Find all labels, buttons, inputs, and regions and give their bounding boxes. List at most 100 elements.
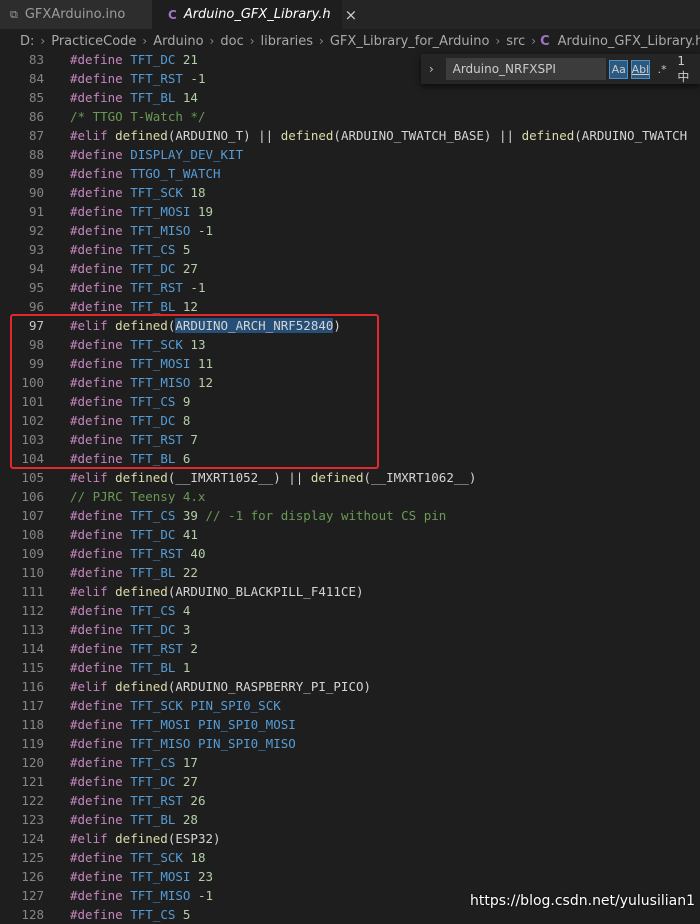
line-number: 109 bbox=[21, 546, 44, 561]
breadcrumb-item[interactable]: PracticeCode bbox=[51, 34, 136, 49]
line-number: 119 bbox=[21, 736, 44, 751]
code-token: 23 bbox=[190, 869, 214, 884]
code-text: #define TFT_DC 27 bbox=[70, 259, 198, 278]
line-number: 112 bbox=[21, 603, 44, 618]
breadcrumb-item[interactable]: GFX_Library_for_Arduino bbox=[330, 34, 490, 49]
code-line[interactable]: 119 #define TFT_MISO PIN_SPI0_MISO bbox=[0, 734, 700, 753]
code-token: (ARDUINO_RASPBERRY_PI_PICO) bbox=[167, 679, 372, 694]
code-line[interactable]: 95 #define TFT_RST -1 bbox=[0, 278, 700, 297]
code-token: TFT_SCK bbox=[130, 185, 183, 200]
code-token: TFT_CS bbox=[130, 755, 176, 770]
code-text: #elif defined(__IMXRT1052__) || defined(… bbox=[70, 468, 476, 487]
breadcrumb-item[interactable]: Arduino_GFX_Library.h bbox=[558, 34, 700, 49]
breadcrumb-item[interactable]: doc bbox=[220, 34, 243, 49]
match-case-icon[interactable]: Aa bbox=[609, 59, 628, 79]
code-line[interactable]: 116 #elif defined(ARDUINO_RASPBERRY_PI_PI… bbox=[0, 677, 700, 696]
chevron-right-icon: › bbox=[142, 34, 148, 48]
code-line[interactable]: 126 #define TFT_MOSI 23 bbox=[0, 867, 700, 886]
whole-word-icon[interactable]: Abl bbox=[630, 59, 650, 79]
code-text: #define TFT_MISO -1 bbox=[70, 221, 213, 240]
code-line[interactable]: 115 #define TFT_BL 1 bbox=[0, 658, 700, 677]
code-token: #elif bbox=[70, 470, 116, 485]
code-token: #define bbox=[70, 185, 131, 200]
code-line[interactable]: 90 #define TFT_SCK 18 bbox=[0, 183, 700, 202]
line-number: 125 bbox=[21, 850, 44, 865]
code-token: #define bbox=[70, 850, 131, 865]
breadcrumb-item[interactable]: D: bbox=[20, 34, 34, 49]
code-editor[interactable]: 83 #define TFT_DC 21 84 #define TFT_RST -1 8… bbox=[0, 52, 700, 922]
code-line[interactable]: 109 #define TFT_RST 40 bbox=[0, 544, 700, 563]
code-line[interactable]: 94 #define TFT_DC 27 bbox=[0, 259, 700, 278]
code-token: TFT_CS bbox=[130, 242, 176, 257]
line-number: 106 bbox=[21, 489, 44, 504]
close-icon[interactable]: × bbox=[345, 6, 358, 24]
code-line[interactable]: 107 #define TFT_CS 39 // -1 for display w… bbox=[0, 506, 700, 525]
code-token: -1 bbox=[182, 280, 206, 295]
code-text: #define TFT_BL 1 bbox=[70, 658, 190, 677]
code-token: -1 bbox=[190, 223, 214, 238]
code-line[interactable]: 105 #elif defined(__IMXRT1052__) || defin… bbox=[0, 468, 700, 487]
code-line[interactable]: 88 #define DISPLAY_DEV_KIT bbox=[0, 145, 700, 164]
code-text: #define TFT_CS 5 bbox=[70, 240, 190, 259]
code-token: TFT_MISO bbox=[130, 223, 191, 238]
code-token: (__IMXRT1052__) || bbox=[167, 470, 311, 485]
code-line[interactable]: 125 #define TFT_SCK 18 bbox=[0, 848, 700, 867]
code-line[interactable]: 111 #elif defined(ARDUINO_BLACKPILL_F411C… bbox=[0, 582, 700, 601]
code-line[interactable]: 110 #define TFT_BL 22 bbox=[0, 563, 700, 582]
regex-icon[interactable]: .* bbox=[653, 60, 671, 79]
breadcrumb-item[interactable]: Arduino bbox=[153, 34, 203, 49]
code-text: #define TFT_MISO PIN_SPI0_MISO bbox=[70, 734, 296, 753]
code-token: 14 bbox=[175, 90, 198, 105]
tab-gfxarduino-ino[interactable]: ⧉ GFXArduino.ino bbox=[0, 0, 152, 29]
code-text: #define TFT_SCK 18 bbox=[70, 848, 205, 867]
code-token: defined bbox=[115, 679, 168, 694]
code-line[interactable]: 120 #define TFT_CS 17 bbox=[0, 753, 700, 772]
code-text: #elif defined(ARDUINO_BLACKPILL_F411CE) bbox=[70, 582, 364, 601]
code-line[interactable]: 91 #define TFT_MOSI 19 bbox=[0, 202, 700, 221]
code-text: #define TFT_BL 28 bbox=[70, 810, 198, 829]
code-line[interactable]: 118 #define TFT_MOSI PIN_SPI0_MOSI bbox=[0, 715, 700, 734]
code-token: TFT_DC bbox=[130, 527, 176, 542]
code-line[interactable]: 114 #define TFT_RST 2 bbox=[0, 639, 700, 658]
code-token: defined bbox=[280, 128, 334, 143]
code-token: #define bbox=[70, 603, 131, 618]
code-line[interactable]: 87 #elif defined(ARDUINO_T) || defined(AR… bbox=[0, 126, 700, 145]
code-text: #define TFT_DC 3 bbox=[70, 620, 190, 639]
code-line[interactable]: 123 #define TFT_BL 28 bbox=[0, 810, 700, 829]
line-number: 126 bbox=[21, 869, 44, 884]
code-token: 27 bbox=[175, 774, 198, 789]
code-token: 1 bbox=[175, 660, 191, 675]
find-input[interactable]: Arduino_NRFXSPI bbox=[445, 58, 607, 80]
line-number: 94 bbox=[28, 261, 44, 276]
code-token: 40 bbox=[182, 546, 206, 561]
code-line[interactable]: 86 /* TTGO T-Watch */ bbox=[0, 107, 700, 126]
code-token: // PJRC Teensy 4.x bbox=[70, 489, 206, 504]
tab-label: Arduino_GFX_Library.h bbox=[183, 7, 331, 22]
code-token: TFT_RST bbox=[130, 546, 183, 561]
match-count: 1 中 bbox=[677, 53, 690, 84]
code-line[interactable]: 92 #define TFT_MISO -1 bbox=[0, 221, 700, 240]
code-line[interactable]: 121 #define TFT_DC 27 bbox=[0, 772, 700, 791]
code-line[interactable]: 117 #define TFT_SCK PIN_SPI0_SCK bbox=[0, 696, 700, 715]
chevron-right-icon: › bbox=[531, 34, 537, 48]
code-line[interactable]: 112 #define TFT_CS 4 bbox=[0, 601, 700, 620]
breadcrumb-item[interactable]: libraries bbox=[261, 34, 314, 49]
code-token: #define bbox=[70, 166, 131, 181]
code-line[interactable]: 93 #define TFT_CS 5 bbox=[0, 240, 700, 259]
code-line[interactable]: 122 #define TFT_RST 26 bbox=[0, 791, 700, 810]
code-line[interactable]: 108 #define TFT_DC 41 bbox=[0, 525, 700, 544]
breadcrumb-item[interactable]: src bbox=[506, 34, 525, 49]
code-token: 3 bbox=[175, 622, 191, 637]
code-token: #define bbox=[70, 508, 131, 523]
tab-arduino-gfx-library-h[interactable]: C Arduino_GFX_Library.h × bbox=[152, 0, 357, 29]
code-line[interactable]: 113 #define TFT_DC 3 bbox=[0, 620, 700, 639]
code-text: #define TFT_RST 40 bbox=[70, 544, 205, 563]
code-line[interactable]: 124 #elif defined(ESP32) bbox=[0, 829, 700, 848]
code-line[interactable]: 89 #define TTGO_T_WATCH bbox=[0, 164, 700, 183]
toggle-replace-icon[interactable]: › bbox=[429, 62, 441, 76]
code-line[interactable]: 85 #define TFT_BL 14 bbox=[0, 88, 700, 107]
line-number: 83 bbox=[28, 52, 44, 67]
code-token: #define bbox=[70, 736, 131, 751]
code-line[interactable]: 106 // PJRC Teensy 4.x bbox=[0, 487, 700, 506]
code-token: 39 bbox=[175, 508, 198, 523]
